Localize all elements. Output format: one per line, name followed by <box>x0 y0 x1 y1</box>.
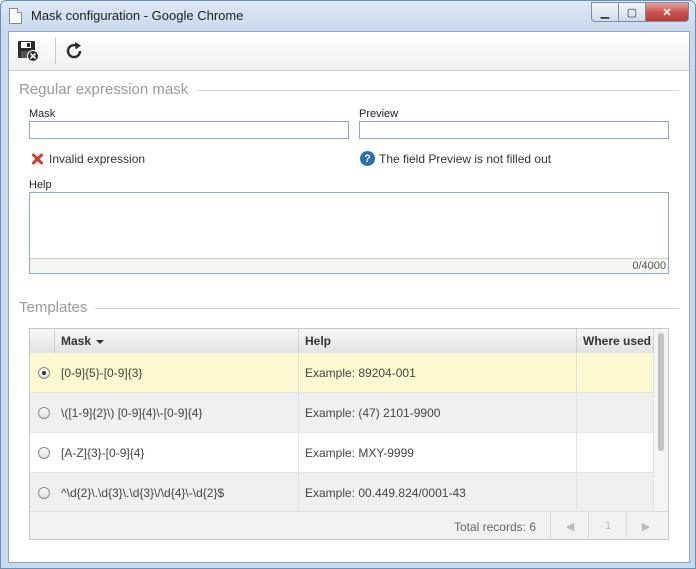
section-divider <box>189 90 679 91</box>
preview-status-message: ? The field Preview is not filled out <box>360 151 551 166</box>
where-used-cell <box>577 433 654 473</box>
previous-icon: ◀ <box>565 520 575 533</box>
preview-status-text: The field Preview is not filled out <box>379 151 552 166</box>
title-bar: Mask configuration - Google Chrome ▁ ▢ ✕ <box>1 1 695 31</box>
invalid-expression-text: Invalid expression <box>49 152 146 166</box>
help-cell: Example: 00.449.824/0001-43 <box>299 473 577 513</box>
window-controls: ▁ ▢ ✕ <box>591 2 689 22</box>
help-cell: Example: (47) 2101-9900 <box>299 393 577 433</box>
invalid-expression-message: Invalid expression <box>30 152 145 166</box>
question-icon: ? <box>360 151 375 166</box>
mask-cell: [0-9]{5}-[0-9]{3} <box>55 353 299 393</box>
help-textarea[interactable]: 0/4000 <box>29 192 669 274</box>
current-page: 1 <box>588 512 627 539</box>
mask-cell: ^\d{2}\.\d{3}\.\d{3}\/\d{4}\-\d{2}$ <box>55 473 299 513</box>
help-label: Help <box>29 179 52 191</box>
where-used-cell <box>577 353 654 393</box>
sort-descending-icon <box>96 339 105 344</box>
grid-header: Mask Help Where used <box>30 329 654 354</box>
x-icon <box>30 152 44 166</box>
close-icon: ✕ <box>662 6 672 19</box>
help-cell: Example: MXY-9999 <box>299 433 577 473</box>
maximize-button[interactable]: ▢ <box>618 2 646 22</box>
table-row[interactable]: ^\d{2}\.\d{3}\.\d{3}\/\d{4}\-\d{2}$ Exam… <box>30 473 654 513</box>
save-close-button[interactable] <box>15 38 41 64</box>
preview-label: Preview <box>359 108 399 120</box>
help-text-value <box>30 193 668 197</box>
table-row[interactable]: [0-9]{5}-[0-9]{3} Example: 89204-001 <box>30 353 654 393</box>
next-page-button[interactable]: ▶ <box>626 512 665 539</box>
row-radio[interactable] <box>38 447 50 459</box>
mask-input[interactable] <box>29 121 349 139</box>
where-used-cell <box>577 393 654 433</box>
toolbar <box>9 32 689 71</box>
templates-section-title: Templates <box>19 299 96 316</box>
header-help[interactable]: Help <box>299 329 577 353</box>
browser-window: Mask configuration - Google Chrome ▁ ▢ ✕ <box>0 0 696 569</box>
close-button[interactable]: ✕ <box>645 2 689 22</box>
dialog-content: Regular expression mask Mask Preview Inv… <box>8 31 690 563</box>
row-radio[interactable] <box>38 407 50 419</box>
regex-section-title: Regular expression mask <box>19 81 197 98</box>
mask-label: Mask <box>29 108 56 120</box>
templates-grid: Mask Help Where used [0-9]{5}-[0-9]{3} E… <box>29 328 669 540</box>
header-select-column <box>30 329 55 353</box>
header-where-used[interactable]: Where used <box>577 329 654 353</box>
row-radio[interactable] <box>38 487 50 499</box>
window-title: Mask configuration - Google Chrome <box>31 8 244 23</box>
mask-cell: \([1-9]{2}\) [0-9]{4}\-[0-9]{4} <box>55 393 299 433</box>
scrollbar-thumb[interactable] <box>658 333 664 451</box>
header-mask-label: Mask <box>61 334 92 348</box>
character-counter: 0/4000 <box>30 258 668 273</box>
save-close-icon <box>18 41 39 62</box>
row-radio[interactable] <box>38 367 50 379</box>
grid-footer: Total records: 6 ◀ 1 ▶ <box>30 511 668 539</box>
header-mask[interactable]: Mask <box>55 329 299 353</box>
table-row[interactable]: \([1-9]{2}\) [0-9]{4}\-[0-9]{4} Example:… <box>30 393 654 433</box>
refresh-button[interactable] <box>61 38 87 64</box>
help-cell: Example: 89204-001 <box>299 353 577 393</box>
maximize-icon: ▢ <box>626 6 638 19</box>
mask-cell: [A-Z]{3}-[0-9]{4} <box>55 433 299 473</box>
where-used-cell <box>577 473 654 513</box>
refresh-icon <box>66 42 82 59</box>
table-row[interactable]: [A-Z]{3}-[0-9]{4} Example: MXY-9999 <box>30 433 654 473</box>
page-icon <box>9 8 22 24</box>
previous-page-button[interactable]: ◀ <box>550 512 589 539</box>
grid-scrollbar[interactable] <box>654 329 668 511</box>
section-divider <box>95 308 679 309</box>
next-icon: ▶ <box>641 520 651 533</box>
total-records: Total records: 6 <box>453 520 536 534</box>
preview-input[interactable] <box>359 121 669 139</box>
minimize-button[interactable]: ▁ <box>591 2 619 22</box>
toolbar-separator <box>55 38 56 64</box>
minimize-icon: ▁ <box>600 6 610 19</box>
